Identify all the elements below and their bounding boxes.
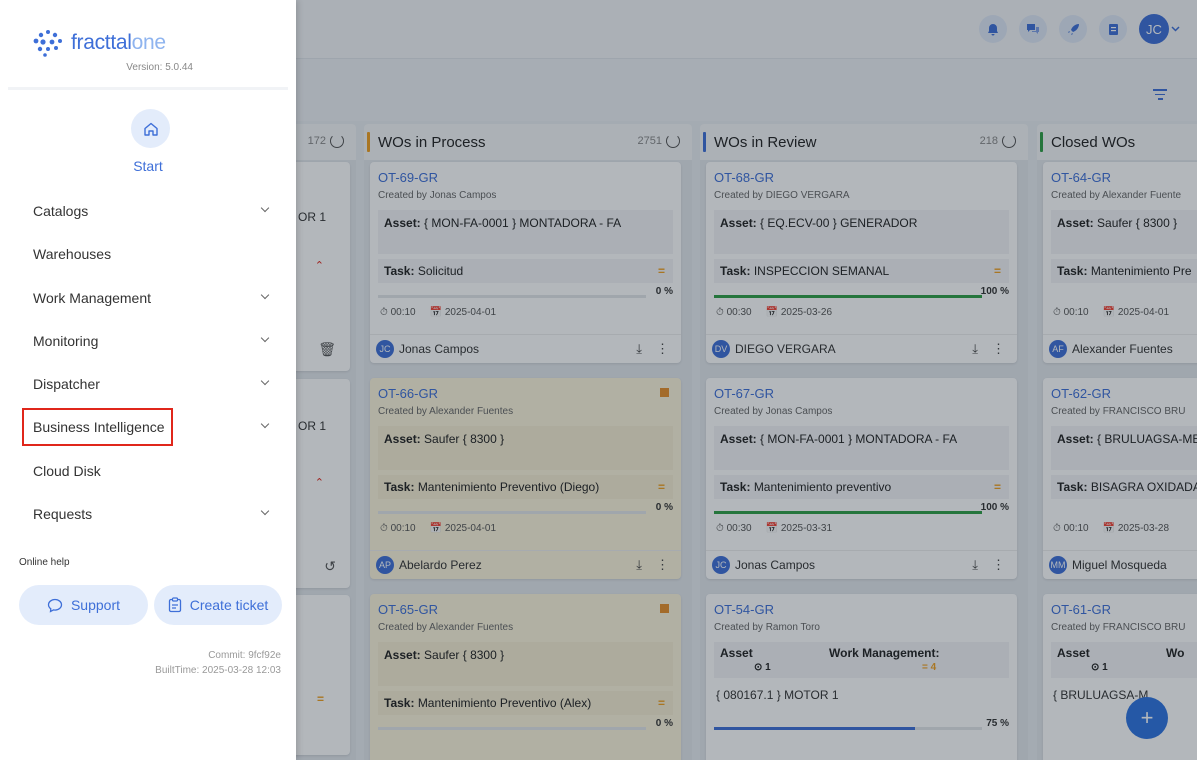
home-button[interactable] — [131, 109, 170, 148]
chevron-down-icon — [260, 290, 270, 300]
menu-label: Warehouses — [33, 246, 112, 262]
menu-label: Monitoring — [33, 333, 99, 349]
build-info: Commit: 9fcf92e BuiltTime: 2025-03-28 12… — [155, 648, 281, 678]
chevron-down-icon — [260, 203, 270, 213]
create-ticket-button[interactable]: Create ticket — [154, 585, 282, 625]
menu-label: Requests — [33, 506, 93, 522]
chevron-down-icon — [260, 419, 270, 429]
menu-label: Cloud Disk — [33, 463, 101, 479]
menu-item-work-management[interactable]: Work Management — [24, 281, 280, 315]
menu-item-dispatcher[interactable]: Dispatcher — [24, 367, 280, 401]
home-icon — [143, 122, 158, 136]
commit-label: Commit: 9fcf92e — [208, 650, 281, 661]
chevron-down-icon — [260, 506, 270, 516]
online-help-label: Online help — [19, 557, 70, 568]
brand-logo: fracttalone — [31, 28, 166, 58]
menu-label: Work Management — [33, 290, 152, 306]
chevron-down-icon — [260, 376, 270, 386]
version-label: Version: 5.0.44 — [126, 62, 193, 73]
logo-icon — [33, 30, 62, 57]
divider — [8, 87, 288, 90]
menu-item-business-intelligence[interactable]: Business Intelligence — [22, 408, 270, 446]
support-button[interactable]: Support — [19, 585, 148, 625]
chat-bubble-icon — [47, 598, 63, 613]
menu-item-cloud-disk[interactable]: Cloud Disk — [24, 454, 280, 488]
start-label[interactable]: Start — [0, 158, 296, 174]
support-label: Support — [70, 597, 121, 613]
brand-suffix: one — [131, 31, 166, 54]
clipboard-icon — [168, 597, 181, 613]
built-time-label: BuiltTime: 2025-03-28 12:03 — [155, 665, 281, 676]
menu-label: Dispatcher — [33, 376, 100, 392]
navigation-drawer: fracttalone Version: 5.0.44 Start Catalo… — [0, 0, 296, 760]
menu-item-warehouses[interactable]: Warehouses — [24, 237, 280, 271]
menu-label: Business Intelligence — [33, 419, 165, 435]
menu-label: Catalogs — [33, 203, 89, 219]
create-ticket-label: Create ticket — [189, 597, 269, 613]
chevron-down-icon — [260, 333, 270, 343]
brand-name: fracttal — [71, 31, 132, 54]
menu-item-monitoring[interactable]: Monitoring — [24, 324, 280, 358]
menu-item-catalogs[interactable]: Catalogs — [24, 194, 280, 228]
menu-item-requests[interactable]: Requests — [24, 497, 280, 531]
